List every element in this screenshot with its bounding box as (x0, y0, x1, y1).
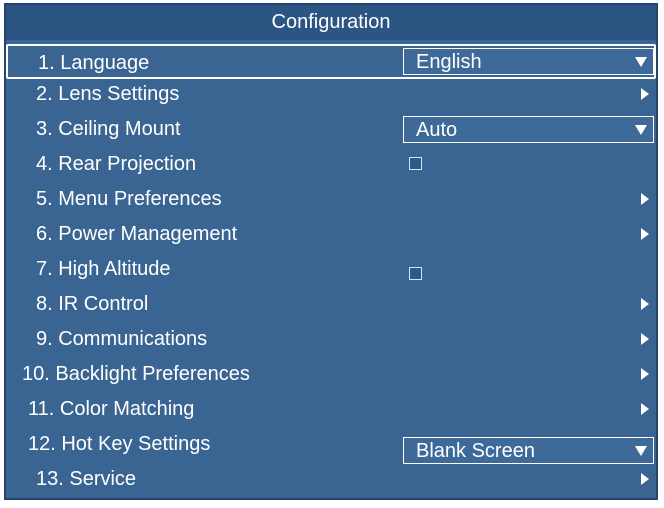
dropdown-value: Blank Screen (416, 440, 535, 462)
triangle-right-icon (641, 228, 649, 240)
triangle-right-icon (641, 368, 649, 380)
triangle-right-icon (641, 473, 649, 485)
triangle-down-icon (635, 446, 647, 456)
menu-item-language[interactable]: 1. Language English (6, 44, 656, 79)
configuration-menu: Configuration 1. Language English 2. Len… (4, 3, 658, 500)
menu-item-label: 2. Lens Settings (36, 83, 180, 105)
menu-item-power-management[interactable]: 6. Power Management (6, 217, 656, 252)
triangle-right-icon (641, 333, 649, 345)
ceiling-mount-dropdown[interactable]: Auto (403, 116, 654, 143)
high-altitude-checkbox[interactable] (409, 267, 422, 280)
dropdown-value: Auto (416, 119, 458, 141)
menu-item-label: 13. Service (36, 468, 137, 490)
menu-item-label: 10. Backlight Preferences (22, 363, 250, 385)
menu-item-ir-control[interactable]: 8. IR Control (6, 287, 656, 322)
menu-item-service[interactable]: 13. Service (6, 462, 656, 497)
menu-item-lens-settings[interactable]: 2. Lens Settings (6, 77, 656, 112)
menu-item-label: 12. Hot Key Settings (28, 433, 211, 455)
triangle-right-icon (641, 403, 649, 415)
menu-item-label: 1. Language (38, 52, 150, 74)
menu-item-high-altitude[interactable]: 7. High Altitude (6, 252, 656, 287)
menu-item-label: 11. Color Matching (28, 398, 195, 420)
menu-item-label: 7. High Altitude (36, 258, 171, 280)
menu-item-label: 5. Menu Preferences (36, 188, 222, 210)
rear-projection-checkbox[interactable] (409, 157, 422, 170)
triangle-down-icon (635, 125, 647, 135)
menu-item-label: 4. Rear Projection (36, 153, 197, 175)
menu-item-backlight-preferences[interactable]: 10. Backlight Preferences (6, 357, 656, 392)
menu-item-label: 8. IR Control (36, 293, 149, 315)
menu-item-communications[interactable]: 9. Communications (6, 322, 656, 357)
menu-item-menu-preferences[interactable]: 5. Menu Preferences (6, 182, 656, 217)
menu-item-label: 6. Power Management (36, 223, 238, 245)
dropdown-value: English (416, 51, 482, 73)
language-dropdown[interactable]: English (403, 48, 654, 75)
menu-item-ceiling-mount[interactable]: 3. Ceiling Mount Auto (6, 112, 656, 147)
hot-key-settings-dropdown[interactable]: Blank Screen (403, 437, 654, 464)
menu-item-label: 9. Communications (36, 328, 208, 350)
triangle-down-icon (635, 57, 647, 67)
menu-item-label: 3. Ceiling Mount (36, 118, 181, 140)
triangle-right-icon (641, 88, 649, 100)
menu-item-color-matching[interactable]: 11. Color Matching (6, 392, 656, 427)
menu-item-rear-projection[interactable]: 4. Rear Projection (6, 147, 656, 182)
menu-title: Configuration (6, 5, 656, 40)
menu-item-hot-key-settings[interactable]: 12. Hot Key Settings Blank Screen (6, 427, 656, 464)
triangle-right-icon (641, 193, 649, 205)
triangle-right-icon (641, 298, 649, 310)
